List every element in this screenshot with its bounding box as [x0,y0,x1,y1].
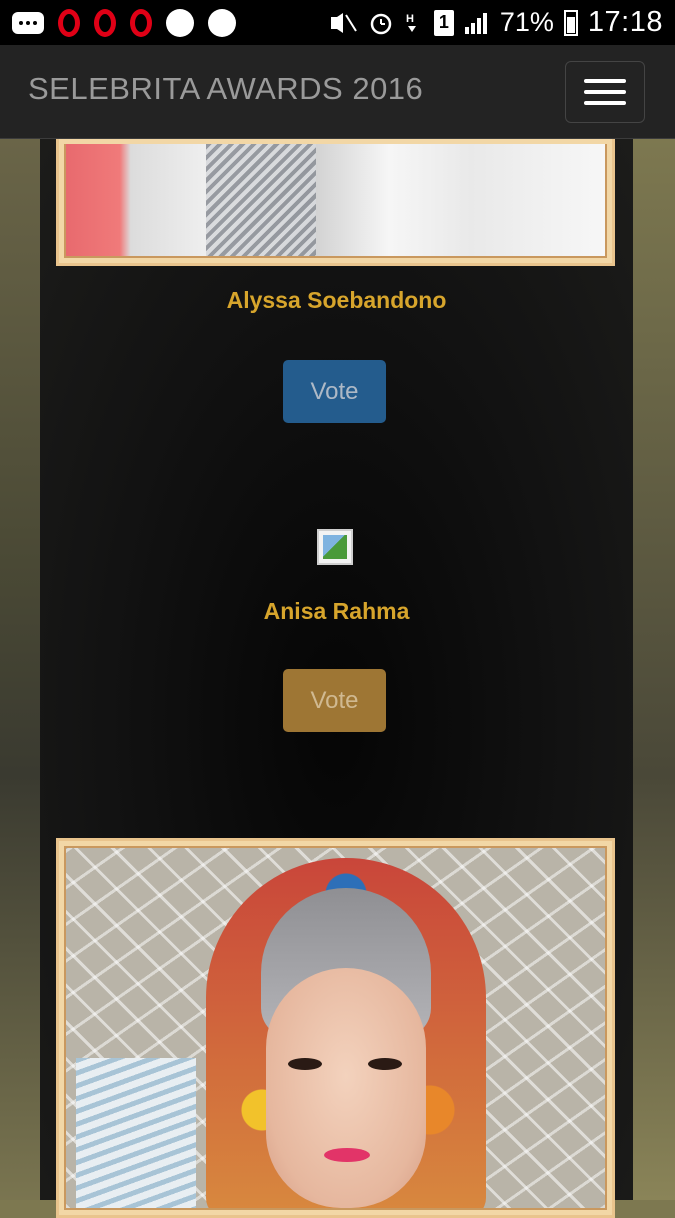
data-icon: H [404,10,424,36]
messenger-icon [166,8,194,37]
broken-image-icon [317,529,353,565]
svg-text:H: H [406,13,414,25]
opera-icon [58,8,80,37]
alarm-icon [368,10,394,36]
mute-icon [328,11,358,35]
photo-detail [76,1058,196,1208]
nominee-photo[interactable] [64,846,607,1210]
nominee-photo-frame [56,139,615,266]
site-title[interactable]: SELEBRITA AWARDS 2016 [28,71,423,107]
nominee-name: Anisa Rahma [263,598,410,624]
navbar: SELEBRITA AWARDS 2016 [0,45,675,139]
photo-detail [206,144,316,256]
nominee-photo-frame [56,838,615,1218]
page-background-left [0,139,40,1200]
vote-button[interactable]: Vote [283,360,386,423]
clock: 17:18 [587,6,663,38]
opera-icon [94,8,116,37]
hamburger-icon[interactable] [565,61,645,123]
battery-icon [563,9,578,36]
page-background-right [633,139,675,1200]
nominee-name: Alyssa Soebandono [226,287,447,313]
sim-icon: 1 [433,9,454,36]
more-icon [12,11,44,34]
nominee-photo[interactable] [64,144,607,258]
photo-detail [288,1058,322,1070]
vote-button[interactable]: Vote [283,669,386,732]
battery-percent: 71% [499,7,554,37]
photo-detail [368,1058,402,1070]
photo-detail [266,968,426,1208]
status-bar: H 1 71% 17:18 [0,0,675,45]
telegram-icon [208,8,236,37]
signal-icon [464,11,490,35]
photo-detail [324,1148,370,1162]
opera-icon [130,8,152,37]
